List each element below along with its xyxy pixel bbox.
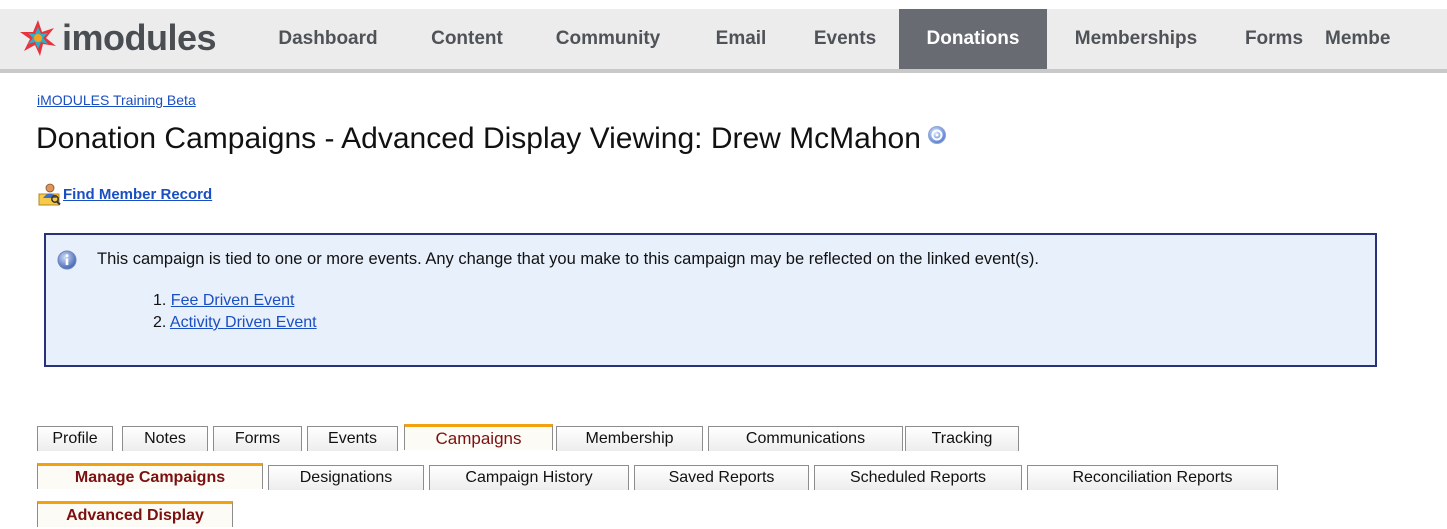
nav-members-truncated[interactable]: Membe <box>1325 9 1447 69</box>
tab-forms[interactable]: Forms <box>213 426 302 451</box>
tab-tracking[interactable]: Tracking <box>905 426 1019 451</box>
list-item: 1. Fee Driven Event <box>153 290 317 312</box>
tab-manage-campaigns[interactable]: Manage Campaigns <box>37 463 263 489</box>
tab-campaigns[interactable]: Campaigns <box>404 424 553 450</box>
find-member-record-link[interactable]: Find Member Record <box>38 181 212 207</box>
nav-dashboard[interactable]: Dashboard <box>263 9 393 69</box>
tab-scheduled-reports[interactable]: Scheduled Reports <box>814 465 1022 490</box>
notice-message: This campaign is tied to one or more eve… <box>97 250 1039 268</box>
linked-event-list: 1. Fee Driven Event 2. Activity Driven E… <box>153 290 317 334</box>
site-breadcrumb-link[interactable]: iMODULES Training Beta <box>37 92 196 108</box>
tab-campaign-history[interactable]: Campaign History <box>429 465 629 490</box>
nav-forms[interactable]: Forms <box>1234 9 1314 69</box>
nav-content[interactable]: Content <box>411 9 523 69</box>
top-navigation-bar: imodules Dashboard Content Community Ema… <box>0 9 1447 73</box>
fee-driven-event-link[interactable]: Fee Driven Event <box>171 292 295 309</box>
tab-membership[interactable]: Membership <box>556 426 703 451</box>
find-member-record-label: Find Member Record <box>63 185 213 203</box>
nav-events[interactable]: Events <box>795 9 895 69</box>
page-title: Donation Campaigns - Advanced Display Vi… <box>36 122 947 156</box>
tab-profile[interactable]: Profile <box>37 426 113 451</box>
nav-email[interactable]: Email <box>693 9 789 69</box>
linked-events-notice: This campaign is tied to one or more eve… <box>44 233 1377 367</box>
nav-donations[interactable]: Donations <box>899 9 1047 69</box>
tab-designations[interactable]: Designations <box>268 465 424 490</box>
tab-saved-reports[interactable]: Saved Reports <box>634 465 809 490</box>
list-number: 1. <box>153 292 167 309</box>
tab-events[interactable]: Events <box>307 426 398 451</box>
tab-advanced-display[interactable]: Advanced Display <box>37 501 233 527</box>
list-number: 2. <box>153 314 167 331</box>
list-item: 2. Activity Driven Event <box>153 312 317 334</box>
find-member-icon <box>38 183 61 206</box>
tab-reconciliation-reports[interactable]: Reconciliation Reports <box>1027 465 1278 490</box>
tab-notes[interactable]: Notes <box>122 426 208 451</box>
imodules-logo-icon <box>20 20 56 56</box>
info-icon <box>57 250 77 270</box>
nav-community[interactable]: Community <box>537 9 679 69</box>
imodules-logo[interactable]: imodules <box>18 15 217 61</box>
page-title-text: Donation Campaigns - Advanced Display Vi… <box>36 122 921 155</box>
activity-driven-event-link[interactable]: Activity Driven Event <box>170 314 317 331</box>
help-icon[interactable] <box>927 125 947 145</box>
tab-communications[interactable]: Communications <box>708 426 903 451</box>
logo-text: imodules <box>62 17 217 58</box>
nav-memberships[interactable]: Memberships <box>1056 9 1216 69</box>
